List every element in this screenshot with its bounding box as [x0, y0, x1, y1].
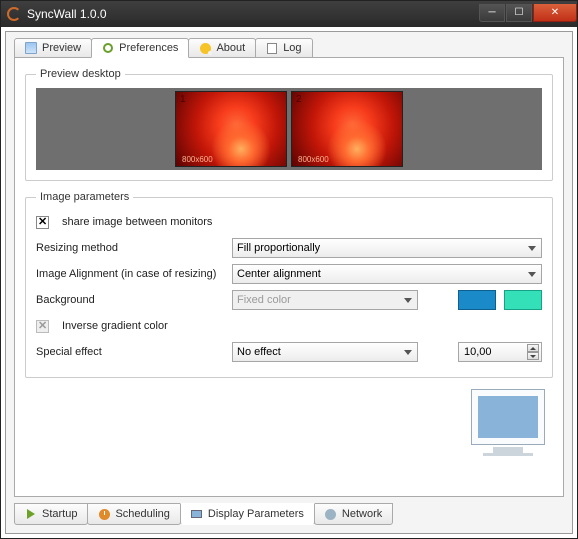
about-icon — [200, 43, 211, 54]
preview-icon — [25, 42, 37, 54]
maximize-button[interactable]: ☐ — [506, 4, 532, 22]
preview-legend: Preview desktop — [36, 68, 125, 80]
inverse-gradient-label: Inverse gradient color — [62, 320, 168, 332]
tab-label: Display Parameters — [208, 508, 304, 520]
close-button[interactable]: ✕ — [533, 4, 577, 22]
background-value: Fixed color — [237, 294, 291, 306]
app-icon — [7, 7, 21, 21]
monitor-index: 1 — [180, 94, 186, 105]
tab-network[interactable]: Network — [314, 503, 393, 525]
resizing-combo[interactable]: Fill proportionally — [232, 238, 542, 258]
spinner-down[interactable] — [527, 352, 539, 360]
background-label: Background — [36, 294, 95, 306]
titlebar[interactable]: SyncWall 1.0.0 ─ ☐ ✕ — [1, 1, 577, 27]
share-image-checkbox[interactable] — [36, 216, 49, 229]
client-area: Preview Preferences About Log Preview de… — [5, 31, 573, 534]
effect-spinner[interactable]: 10,00 — [458, 342, 542, 362]
tab-label: Network — [342, 508, 382, 520]
tab-label: Startup — [42, 508, 77, 520]
clock-icon — [99, 509, 110, 520]
monitor-thumb-2[interactable]: 2 800x600 — [291, 91, 403, 167]
tab-preview[interactable]: Preview — [14, 38, 92, 58]
gear-icon — [103, 43, 113, 53]
alignment-value: Center alignment — [237, 268, 321, 280]
bottom-tab-bar: Startup Scheduling Display Parameters Ne… — [6, 503, 572, 533]
background-combo: Fixed color — [232, 290, 418, 310]
log-icon — [267, 43, 277, 54]
minimize-button[interactable]: ─ — [479, 4, 505, 22]
monitor-illustration — [471, 389, 545, 456]
monitor-thumb-1[interactable]: 1 800x600 — [175, 91, 287, 167]
params-legend: Image parameters — [36, 191, 133, 203]
globe-icon — [325, 509, 336, 520]
effect-label: Special effect — [36, 346, 102, 358]
effect-value: No effect — [237, 346, 281, 358]
share-image-label: share image between monitors — [62, 216, 212, 228]
spinner-up[interactable] — [527, 344, 539, 352]
color-swatch-1[interactable] — [458, 290, 496, 310]
tab-preferences[interactable]: Preferences — [91, 38, 189, 58]
tab-startup[interactable]: Startup — [14, 503, 88, 525]
tab-label: Log — [283, 42, 301, 54]
tab-label: About — [216, 42, 245, 54]
alignment-label: Image Alignment (in case of resizing) — [36, 268, 216, 280]
tab-label: Preview — [42, 42, 81, 54]
monitor-resolution: 800x600 — [182, 155, 213, 164]
image-parameters-group: Image parameters share image between mon… — [25, 191, 553, 378]
tab-about[interactable]: About — [188, 38, 256, 58]
tab-label: Scheduling — [115, 508, 169, 520]
monitor-resolution: 800x600 — [298, 155, 329, 164]
spinner-value: 10,00 — [464, 346, 492, 358]
resizing-value: Fill proportionally — [237, 242, 320, 254]
effect-combo[interactable]: No effect — [232, 342, 418, 362]
app-window: SyncWall 1.0.0 ─ ☐ ✕ Preview Preferences… — [0, 0, 578, 539]
inverse-gradient-checkbox — [36, 320, 49, 333]
alignment-combo[interactable]: Center alignment — [232, 264, 542, 284]
preview-desktop-group: Preview desktop 1 800x600 2 800x600 — [25, 68, 553, 181]
tab-log[interactable]: Log — [255, 38, 312, 58]
startup-icon — [27, 509, 35, 519]
tab-label: Preferences — [119, 42, 178, 54]
resizing-label: Resizing method — [36, 242, 118, 254]
monitor-index: 2 — [296, 94, 302, 105]
tab-scheduling[interactable]: Scheduling — [87, 503, 180, 525]
preferences-pane: Preview desktop 1 800x600 2 800x600 Imag… — [14, 58, 564, 497]
monitors-preview: 1 800x600 2 800x600 — [36, 88, 542, 170]
window-title: SyncWall 1.0.0 — [27, 7, 478, 21]
monitor-icon — [191, 510, 202, 518]
top-tab-bar: Preview Preferences About Log — [6, 32, 572, 58]
tab-display-parameters[interactable]: Display Parameters — [180, 503, 315, 525]
color-swatch-2[interactable] — [504, 290, 542, 310]
